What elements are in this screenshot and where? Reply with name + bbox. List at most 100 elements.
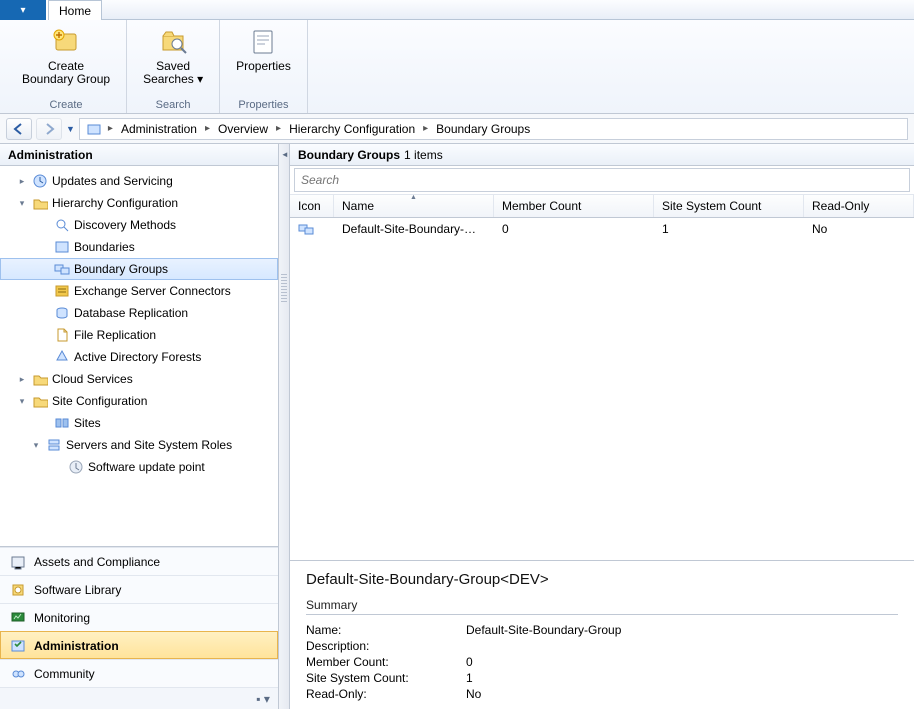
search-input[interactable] bbox=[294, 168, 910, 192]
chevron-right-icon: ▸ bbox=[423, 123, 428, 134]
tree-node[interactable]: Active Directory Forests bbox=[0, 346, 278, 368]
wunderbar-item-label: Software Library bbox=[34, 583, 121, 597]
tree-twisty[interactable]: ▾ bbox=[16, 198, 28, 209]
detail-value: 1 bbox=[466, 671, 473, 685]
tab-home[interactable]: Home bbox=[48, 0, 102, 20]
detail-key: Site System Count: bbox=[306, 671, 466, 685]
tree-twisty[interactable]: ▸ bbox=[16, 176, 28, 187]
breadcrumb-item[interactable]: Administration bbox=[119, 121, 199, 137]
breadcrumb-item[interactable]: Boundary Groups bbox=[434, 121, 532, 137]
folder-icon bbox=[32, 393, 48, 409]
tree-node[interactable]: Software update point bbox=[0, 456, 278, 478]
tree-node-label: Cloud Services bbox=[52, 372, 133, 386]
detail-key: Description: bbox=[306, 639, 466, 653]
breadcrumb-root-icon bbox=[86, 121, 102, 137]
ribbon: Create Boundary Group Create Saved Searc… bbox=[0, 20, 914, 114]
properties-icon bbox=[247, 26, 279, 58]
column-header[interactable]: Read-Only bbox=[804, 195, 914, 217]
monitor-icon bbox=[10, 610, 26, 626]
tree-node[interactable]: ▾Site Configuration bbox=[0, 390, 278, 412]
column-header[interactable]: Site System Count bbox=[654, 195, 804, 217]
tree-node[interactable]: ▸ Cloud Services bbox=[0, 368, 278, 390]
wunderbar-item[interactable]: Software Library bbox=[0, 575, 278, 603]
tree-twisty[interactable]: ▾ bbox=[30, 440, 42, 451]
nav-forward-button[interactable] bbox=[36, 118, 62, 140]
tree-node[interactable]: ▾ Hierarchy Configuration bbox=[0, 192, 278, 214]
tree-node-label: Software update point bbox=[88, 460, 205, 474]
detail-value: No bbox=[466, 687, 481, 701]
tree-node[interactable]: Boundary Groups bbox=[0, 258, 278, 280]
detail-field: Description: bbox=[306, 639, 898, 653]
wunderbar-item[interactable]: Community bbox=[0, 659, 278, 687]
tree-node[interactable]: Discovery Methods bbox=[0, 214, 278, 236]
tree-node[interactable]: File Replication bbox=[0, 324, 278, 346]
row-cell: 0 bbox=[494, 222, 654, 236]
breadcrumb: ▸ Administration ▸ Overview ▸ Hierarchy … bbox=[79, 118, 908, 140]
wunderbar-item-label: Assets and Compliance bbox=[34, 555, 160, 569]
tree-node-label: Updates and Servicing bbox=[52, 174, 173, 188]
details-pane: Default-Site-Boundary-Group<DEV> Summary… bbox=[290, 560, 914, 709]
tree-node[interactable]: ▸ Updates and Servicing bbox=[0, 170, 278, 192]
row-cell: Default-Site-Boundary-… bbox=[334, 222, 494, 236]
filerepl-icon bbox=[54, 327, 70, 343]
detail-key: Read-Only: bbox=[306, 687, 466, 701]
navigation-tree[interactable]: ▸ Updates and Servicing ▾ Hierarchy Configu… bbox=[0, 166, 278, 546]
saved-searches-button[interactable]: Saved Searches ▾ bbox=[137, 24, 209, 88]
tree-node-label: Boundaries bbox=[74, 240, 135, 254]
tree-header: Administration bbox=[0, 144, 278, 166]
detail-field: Name:Default-Site-Boundary-Group bbox=[306, 623, 898, 637]
tree-node-label: File Replication bbox=[74, 328, 156, 342]
wunderbar-overflow[interactable]: ▪ ▾ bbox=[0, 687, 278, 709]
row-cell: 1 bbox=[654, 222, 804, 236]
saved-searches-label: Saved Searches ▾ bbox=[143, 60, 203, 86]
create-boundary-group-button[interactable]: Create Boundary Group bbox=[16, 24, 116, 88]
breadcrumb-item[interactable]: Hierarchy Configuration bbox=[287, 121, 417, 137]
tree-node-label: Exchange Server Connectors bbox=[74, 284, 231, 298]
table-row[interactable]: Default-Site-Boundary-…01No bbox=[290, 218, 914, 240]
ribbon-group-properties: Properties bbox=[238, 97, 288, 111]
tree-node-label: Database Replication bbox=[74, 306, 188, 320]
column-header[interactable]: Icon bbox=[290, 195, 334, 217]
properties-label: Properties bbox=[236, 60, 291, 73]
app-menu-handle[interactable]: ▾ bbox=[0, 0, 46, 20]
pane-collapser[interactable] bbox=[279, 144, 290, 709]
wunderbar-item[interactable]: Assets and Compliance bbox=[0, 547, 278, 575]
column-header[interactable]: Name bbox=[334, 195, 494, 217]
list-header: Boundary Groups1 items bbox=[290, 144, 914, 166]
wunderbar-item[interactable]: Monitoring bbox=[0, 603, 278, 631]
tree-node[interactable]: Sites bbox=[0, 412, 278, 434]
details-section: Summary bbox=[306, 598, 898, 615]
tree-node[interactable]: Database Replication bbox=[0, 302, 278, 324]
tree-node[interactable]: Exchange Server Connectors bbox=[0, 280, 278, 302]
tree-node-label: Hierarchy Configuration bbox=[52, 196, 178, 210]
details-title: Default-Site-Boundary-Group<DEV> bbox=[306, 571, 898, 588]
chevron-right-icon: ▸ bbox=[205, 123, 210, 134]
exchange-icon bbox=[54, 283, 70, 299]
detail-value: 0 bbox=[466, 655, 473, 669]
nav-back-button[interactable] bbox=[6, 118, 32, 140]
create-boundary-group-label: Create Boundary Group bbox=[22, 60, 110, 86]
wunderbar-item-label: Administration bbox=[34, 639, 119, 653]
detail-field: Member Count:0 bbox=[306, 655, 898, 669]
tree-twisty[interactable]: ▾ bbox=[16, 396, 28, 407]
tree-twisty[interactable]: ▸ bbox=[16, 374, 28, 385]
ribbon-group-search: Search bbox=[156, 97, 191, 111]
library-icon bbox=[10, 582, 26, 598]
assets-icon bbox=[10, 554, 26, 570]
properties-button[interactable]: Properties bbox=[230, 24, 297, 75]
breadcrumb-item[interactable]: Overview bbox=[216, 121, 270, 137]
wunderbar-item[interactable]: Administration bbox=[0, 631, 278, 659]
discover-icon bbox=[54, 217, 70, 233]
community-icon bbox=[10, 666, 26, 682]
bgroup-icon bbox=[54, 261, 70, 277]
tree-node-label: Discovery Methods bbox=[74, 218, 176, 232]
tree-node[interactable]: ▾Servers and Site System Roles bbox=[0, 434, 278, 456]
column-header[interactable]: Member Count bbox=[494, 195, 654, 217]
wunderbar-item-label: Community bbox=[34, 667, 95, 681]
folder-icon bbox=[32, 371, 48, 387]
detail-value: Default-Site-Boundary-Group bbox=[466, 623, 621, 637]
bgroup-icon bbox=[298, 221, 314, 237]
tree-node[interactable]: Boundaries bbox=[0, 236, 278, 258]
list-body[interactable]: Default-Site-Boundary-…01No bbox=[290, 218, 914, 560]
nav-history-dropdown[interactable]: ▼ bbox=[66, 124, 75, 134]
